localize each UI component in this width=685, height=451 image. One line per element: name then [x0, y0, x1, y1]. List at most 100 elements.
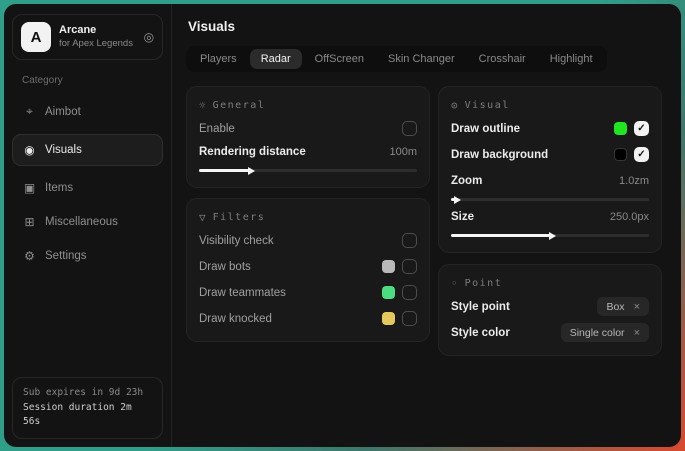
slider-thumb[interactable]: [454, 196, 461, 204]
check-icon: ✓: [637, 124, 645, 134]
page-title: Visuals: [188, 19, 662, 34]
panel-title: Point: [465, 278, 503, 289]
sidebar-item-label: Visuals: [45, 144, 82, 156]
funnel-icon: ▽: [199, 211, 206, 224]
session-duration-text: Session duration 2m 56s: [23, 401, 152, 430]
row-enable: Enable: [199, 118, 417, 139]
draw-bots-color-swatch[interactable]: [382, 260, 395, 273]
row-draw-knocked: Draw knocked: [199, 308, 417, 329]
panel-point: ◦ Point Style point Box × Style color S: [438, 264, 662, 356]
draw-background-label: Draw background: [451, 149, 614, 161]
enable-checkbox[interactable]: [402, 121, 417, 136]
slider-thumb[interactable]: [248, 167, 255, 175]
size-slider[interactable]: [451, 234, 649, 237]
panel-title: Visual: [465, 100, 510, 111]
aperture-icon[interactable]: ◎: [144, 30, 154, 44]
panel-point-header: ◦ Point: [451, 277, 649, 290]
eye-icon: ◉: [23, 143, 36, 157]
draw-bots-checkbox[interactable]: [402, 259, 417, 274]
enable-label: Enable: [199, 123, 402, 135]
slider-thumb[interactable]: [549, 232, 556, 240]
tab-bar: Players Radar OffScreen Skin Changer Cro…: [186, 46, 607, 72]
row-style-color: Style color Single color ×: [451, 322, 649, 343]
app-logo-card: A Arcane for Apex Legends ◎: [12, 14, 163, 60]
sidebar: A Arcane for Apex Legends ◎ Category ⌖ A…: [4, 4, 171, 447]
row-style-point: Style point Box ×: [451, 296, 649, 317]
gear-icon: ⚙: [23, 249, 36, 263]
sidebar-item-label: Items: [45, 182, 73, 194]
panel-title: Filters: [213, 212, 266, 223]
visibility-check-checkbox[interactable]: [402, 233, 417, 248]
category-label: Category: [22, 75, 153, 86]
draw-outline-label: Draw outline: [451, 123, 614, 135]
check-icon: ✓: [637, 150, 645, 160]
draw-knocked-checkbox[interactable]: [402, 311, 417, 326]
tab-offscreen[interactable]: OffScreen: [304, 49, 375, 69]
panel-filters-header: ▽ Filters: [199, 211, 417, 224]
draw-background-checkbox[interactable]: ✓: [634, 147, 649, 162]
panel-general: ☼ General Enable Rendering distance 100m: [186, 86, 430, 188]
rendering-distance-value: 100m: [389, 146, 417, 158]
draw-teammates-checkbox[interactable]: [402, 285, 417, 300]
session-info-card: Sub expires in 9d 23h Session duration 2…: [12, 377, 163, 439]
visibility-check-label: Visibility check: [199, 235, 402, 247]
style-color-value: Single color: [570, 327, 625, 339]
zoom-value: 1.0zm: [619, 175, 649, 187]
tab-crosshair[interactable]: Crosshair: [468, 49, 537, 69]
close-icon[interactable]: ×: [634, 327, 640, 339]
tab-radar[interactable]: Radar: [250, 49, 302, 69]
zoom-slider[interactable]: [451, 198, 649, 201]
tab-skin-changer[interactable]: Skin Changer: [377, 49, 466, 69]
rendering-distance-label: Rendering distance: [199, 146, 389, 158]
box-icon: ▣: [23, 181, 36, 195]
row-zoom: Zoom 1.0zm: [451, 170, 649, 191]
row-draw-background: Draw background ✓: [451, 144, 649, 165]
sidebar-item-label: Miscellaneous: [45, 216, 118, 228]
row-draw-bots: Draw bots: [199, 256, 417, 277]
draw-background-color-swatch[interactable]: [614, 148, 627, 161]
zoom-label: Zoom: [451, 175, 619, 187]
sidebar-item-aimbot[interactable]: ⌖ Aimbot: [12, 97, 163, 126]
sidebar-item-miscellaneous[interactable]: ⊞ Miscellaneous: [12, 208, 163, 236]
panel-visual-header: ⊙ Visual: [451, 99, 649, 112]
row-draw-outline: Draw outline ✓: [451, 118, 649, 139]
style-point-label: Style point: [451, 301, 597, 313]
rendering-distance-slider[interactable]: [199, 169, 417, 172]
style-color-select[interactable]: Single color ×: [561, 323, 649, 342]
size-value: 250.0px: [610, 211, 649, 223]
draw-knocked-label: Draw knocked: [199, 313, 382, 325]
style-point-select[interactable]: Box ×: [597, 297, 649, 316]
panel-filters: ▽ Filters Visibility check Draw bots Dra…: [186, 198, 430, 342]
style-point-value: Box: [606, 301, 624, 313]
sidebar-item-items[interactable]: ▣ Items: [12, 174, 163, 202]
draw-knocked-color-swatch[interactable]: [382, 312, 395, 325]
crosshair-icon: ⌖: [23, 104, 36, 119]
draw-teammates-color-swatch[interactable]: [382, 286, 395, 299]
row-rendering-distance: Rendering distance 100m: [199, 141, 417, 162]
sidebar-item-visuals[interactable]: ◉ Visuals: [12, 134, 163, 166]
draw-bots-label: Draw bots: [199, 261, 382, 273]
style-color-label: Style color: [451, 327, 561, 339]
main-content: Visuals Players Radar OffScreen Skin Cha…: [172, 4, 681, 447]
sub-expiry-text: Sub expires in 9d 23h: [23, 386, 152, 401]
row-draw-teammates: Draw teammates: [199, 282, 417, 303]
app-subtitle: for Apex Legends: [59, 38, 136, 50]
app-logo: A: [21, 22, 51, 52]
tab-highlight[interactable]: Highlight: [539, 49, 604, 69]
size-label: Size: [451, 211, 610, 223]
panel-title: General: [213, 100, 266, 111]
app-titles: Arcane for Apex Legends: [59, 24, 136, 50]
sidebar-item-settings[interactable]: ⚙ Settings: [12, 242, 163, 270]
app-name: Arcane: [59, 24, 136, 38]
close-icon[interactable]: ×: [634, 301, 640, 313]
row-visibility-check: Visibility check: [199, 230, 417, 251]
draw-outline-color-swatch[interactable]: [614, 122, 627, 135]
sidebar-item-label: Aimbot: [45, 106, 81, 118]
draw-outline-checkbox[interactable]: ✓: [634, 121, 649, 136]
dot-icon: ◦: [451, 277, 458, 290]
tab-players[interactable]: Players: [189, 49, 248, 69]
panel-general-header: ☼ General: [199, 99, 417, 112]
grid-icon: ⊞: [23, 215, 36, 229]
app-window: A Arcane for Apex Legends ◎ Category ⌖ A…: [4, 4, 681, 447]
draw-teammates-label: Draw teammates: [199, 287, 382, 299]
